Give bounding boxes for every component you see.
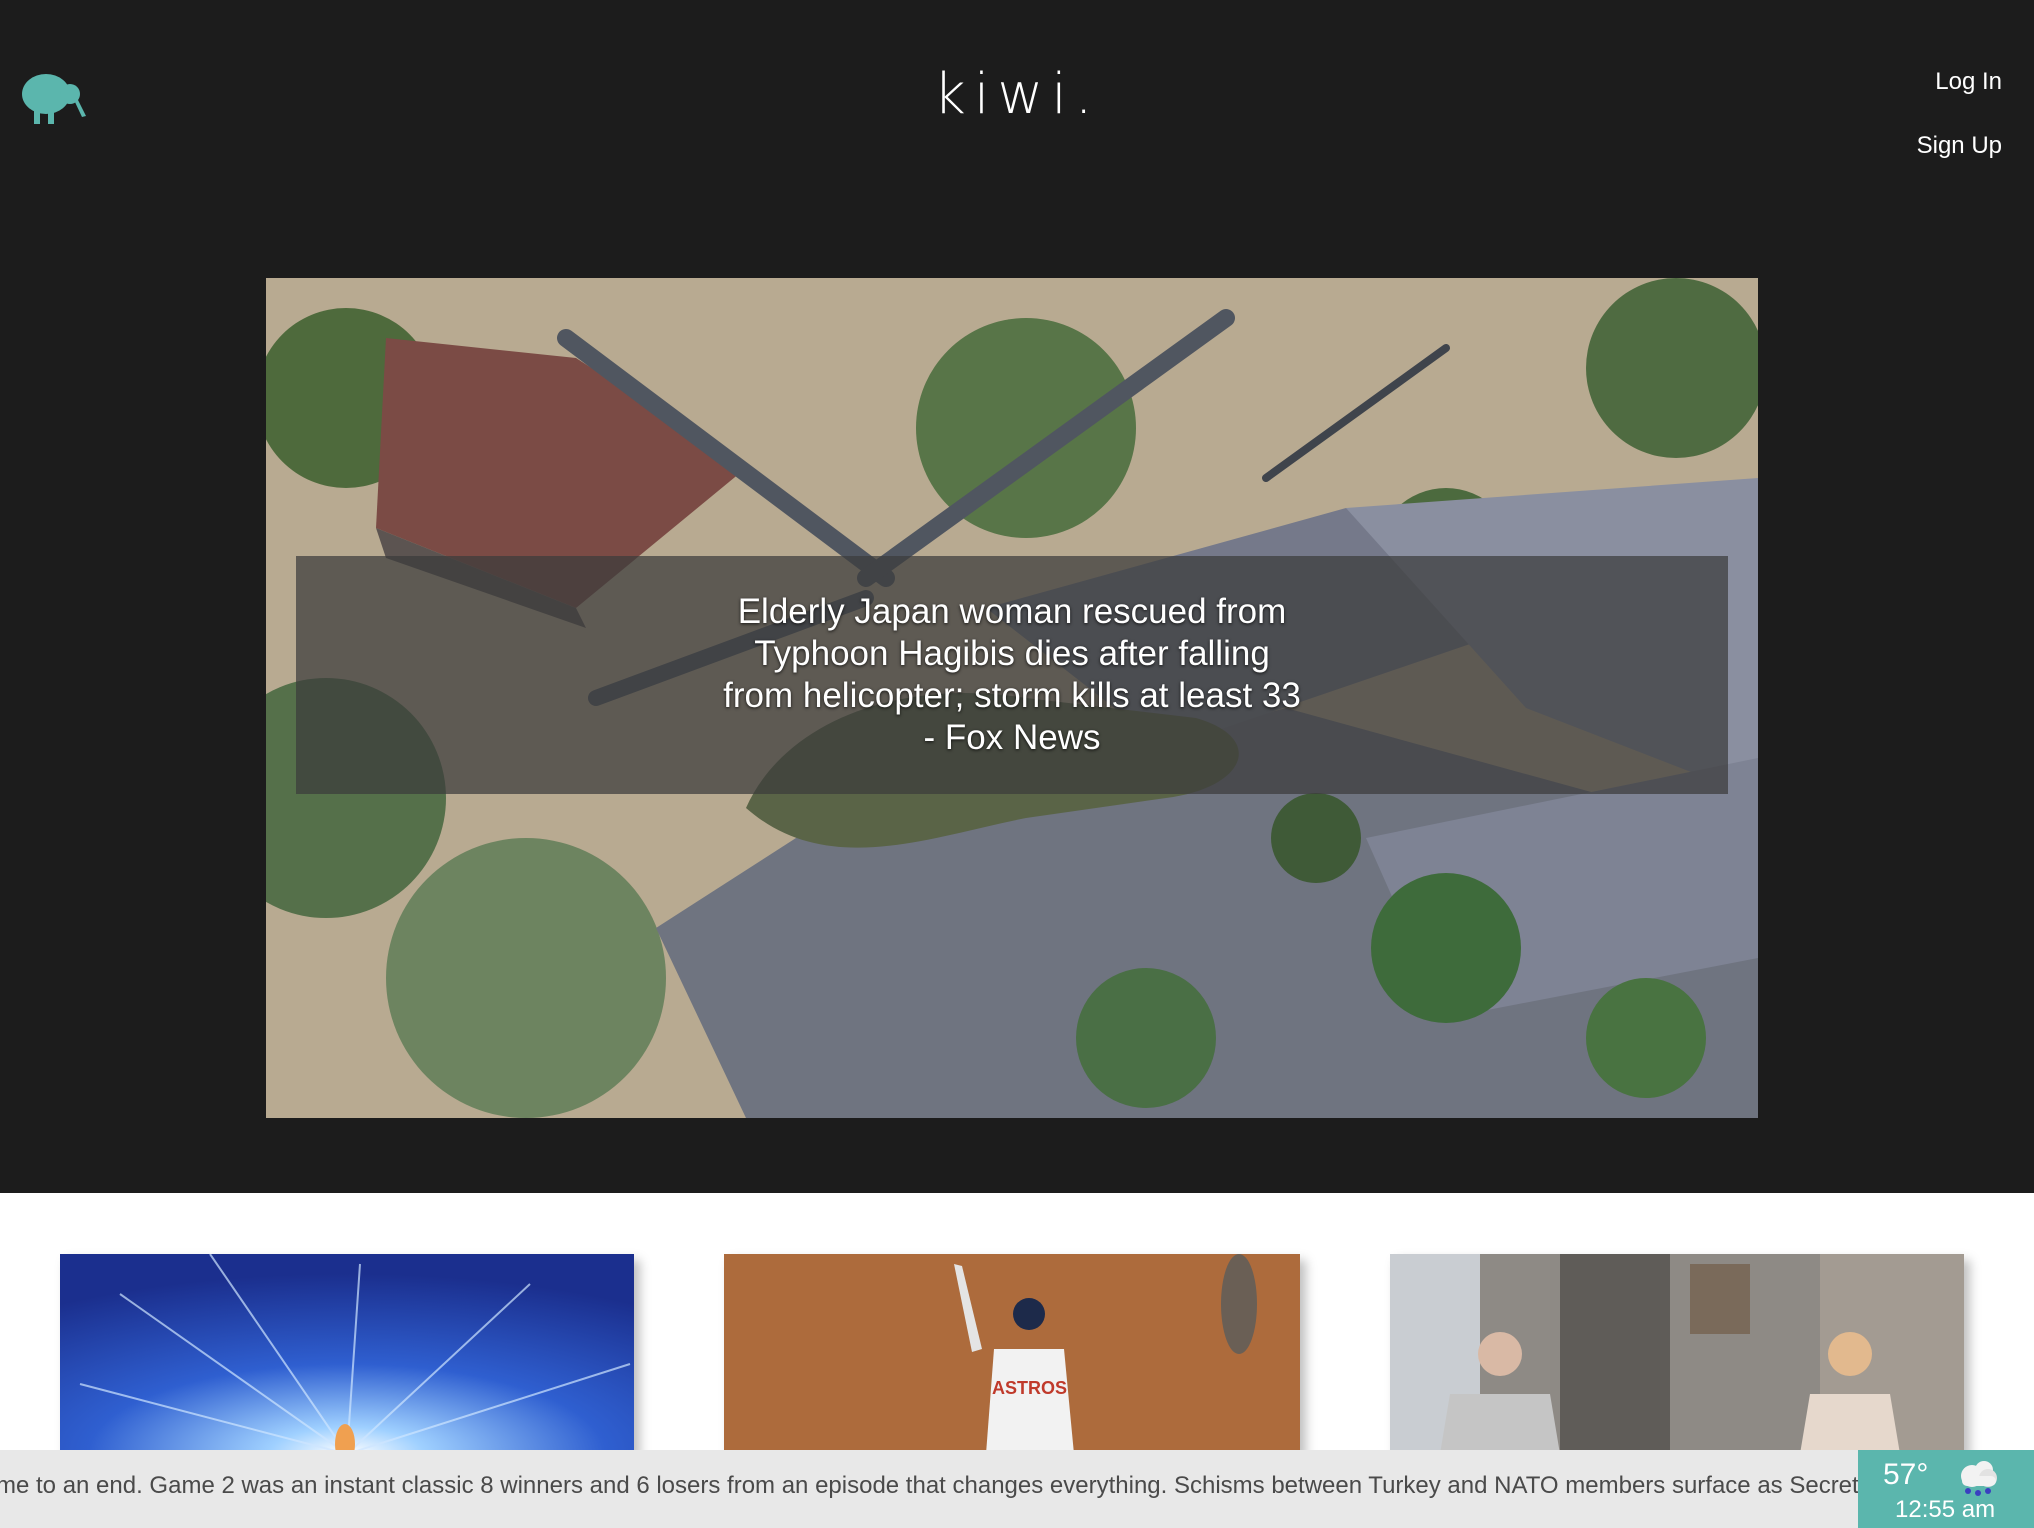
news-ticker[interactable]: me to an end. Game 2 was an instant clas… [0,1450,1858,1528]
article-card[interactable]: ASTROS [724,1254,1300,1454]
svg-text:ASTROS: ASTROS [992,1378,1067,1398]
auth-links: Log In Sign Up [1917,50,2002,178]
brand-title[interactable]: kiwi. [0,62,2034,127]
hero-caption-panel: Elderly Japan woman rescued from Typhoon… [296,556,1728,794]
card-image-baseball: ASTROS [724,1254,1300,1454]
card-image-tvscene [1390,1254,1964,1454]
hero-headline[interactable]: Elderly Japan woman rescued from Typhoon… [722,591,1302,759]
signup-link[interactable]: Sign Up [1917,114,2002,178]
snow-cloud-icon [1961,1461,1997,1496]
weather-temperature: 57° [1883,1458,1929,1491]
article-card[interactable] [1390,1254,1964,1454]
weather-widget[interactable]: 57° 12:55 am [1858,1450,2034,1528]
login-link[interactable]: Log In [1917,50,2002,114]
weather-time: 12:55 am [1895,1496,1996,1523]
ticker-text: me to an end. Game 2 was an instant clas… [0,1472,1858,1499]
card-image-energy [60,1254,634,1454]
article-card[interactable] [60,1254,634,1454]
header-bar: kiwi. Log In Sign Up Elderly Japan woman… [0,0,2034,1193]
hero-article[interactable]: Elderly Japan woman rescued from Typhoon… [266,278,1758,1118]
